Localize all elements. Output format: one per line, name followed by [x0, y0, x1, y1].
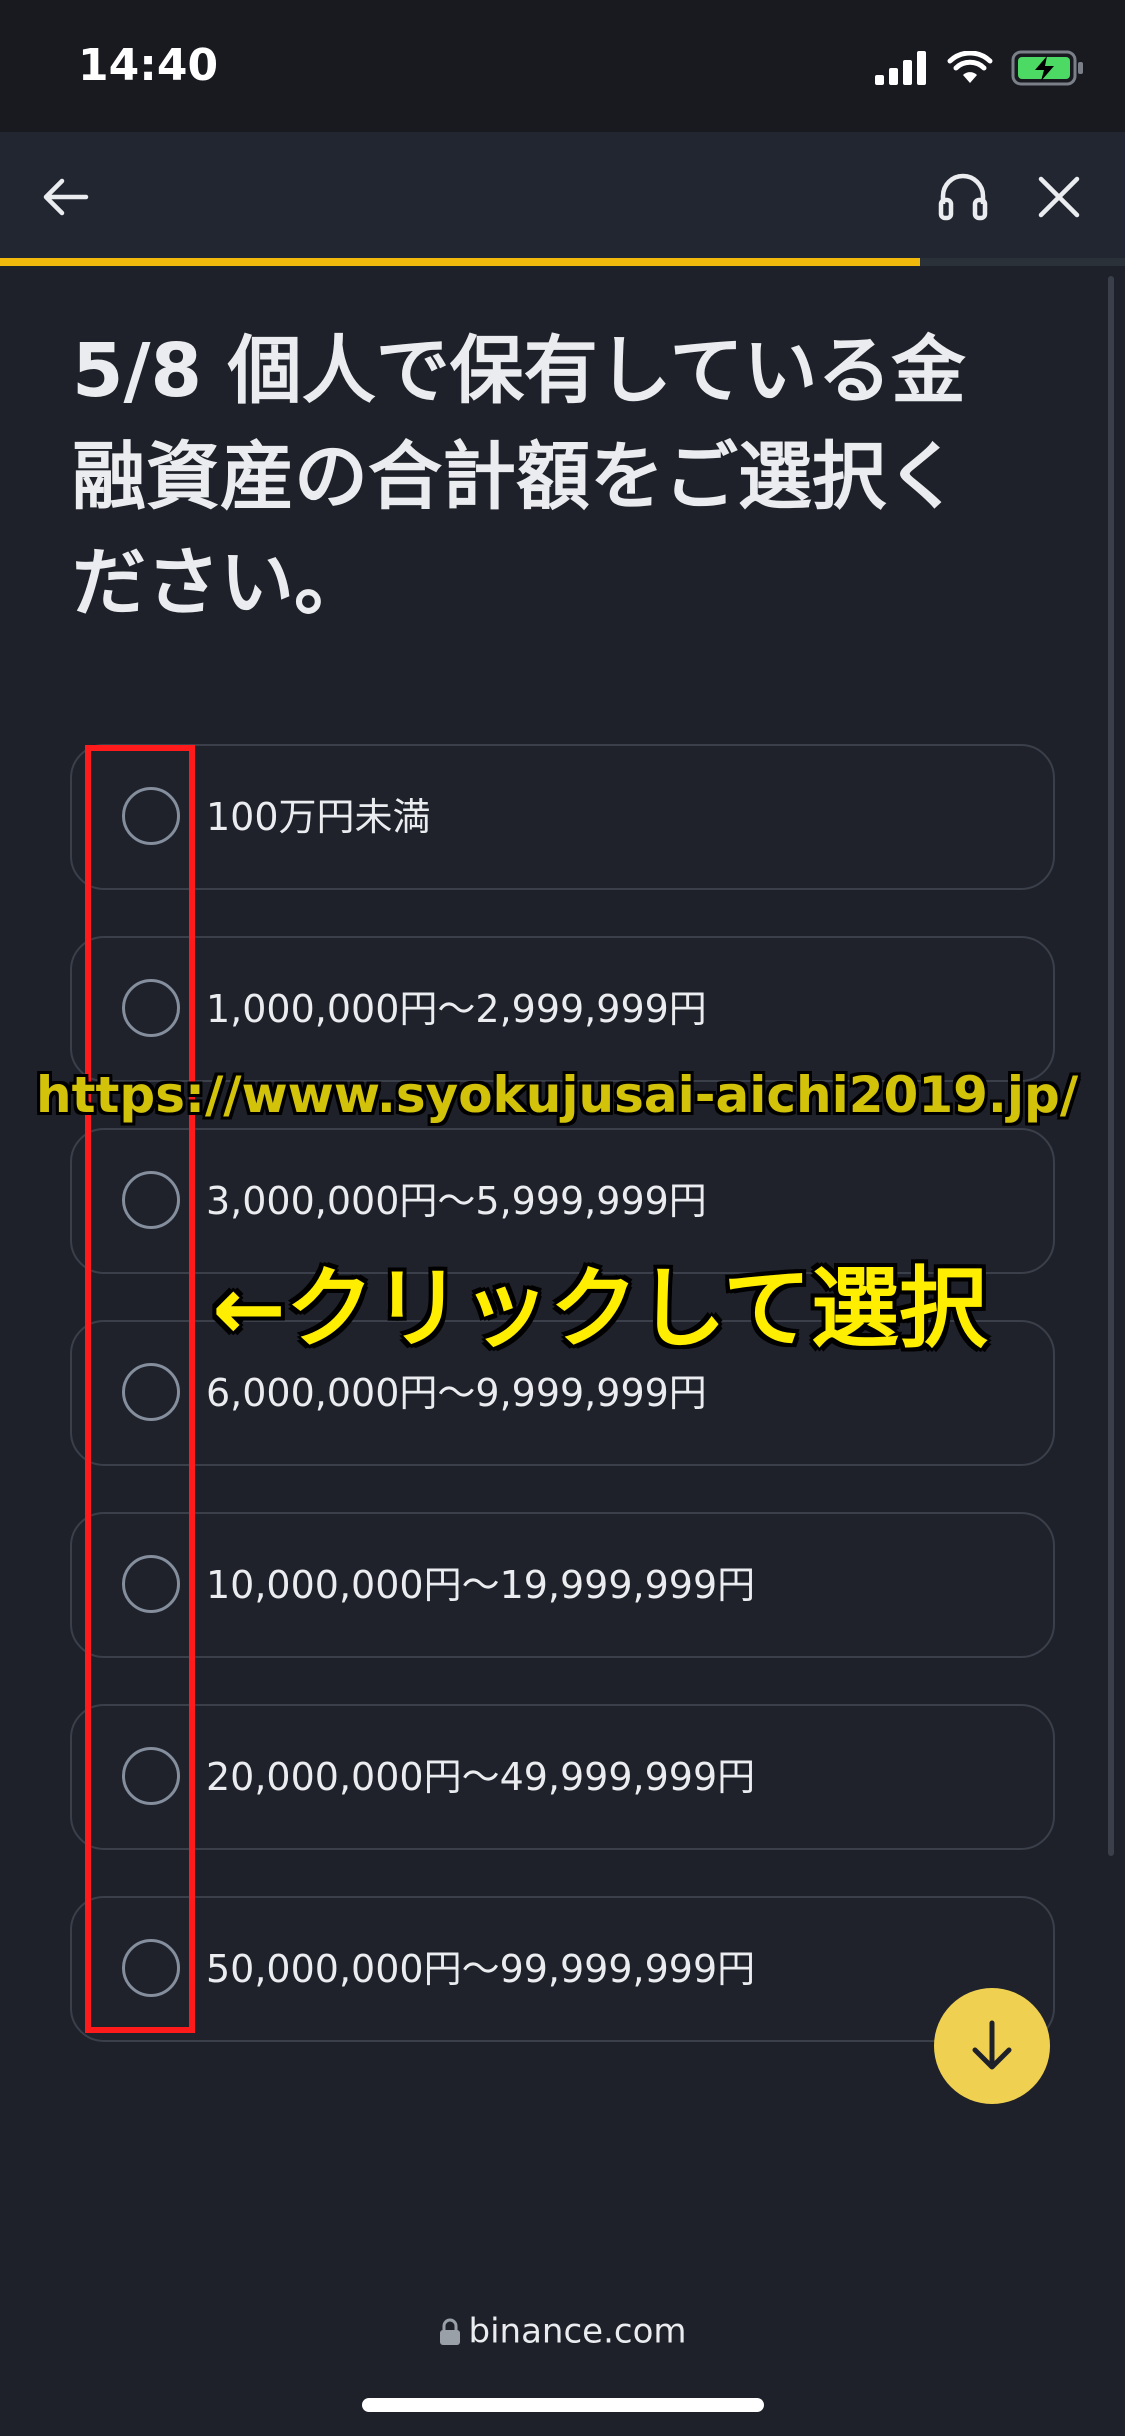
watermark-url: https://www.syokujusai-aichi2019.jp/: [36, 1066, 1079, 1124]
progress-bar: [0, 258, 1125, 266]
nav-bar: [0, 132, 1125, 258]
question-title: 5/8 個人で保有している金融資産の合計額をご選択ください。: [72, 328, 966, 626]
option-item[interactable]: 20,000,000円～49,999,999円: [70, 1704, 1055, 1850]
option-item[interactable]: 50,000,000円～99,999,999円: [70, 1896, 1055, 2042]
status-bar: 14:40: [0, 0, 1125, 132]
option-label: 100万円未満: [206, 795, 431, 839]
option-label: 10,000,000円～19,999,999円: [206, 1563, 756, 1607]
option-label: 1,000,000円～2,999,999円: [206, 987, 707, 1031]
url-bar[interactable]: binance.com: [0, 2310, 1125, 2352]
annotation-highlight-box: [85, 745, 195, 2033]
home-indicator[interactable]: [362, 2398, 764, 2412]
option-label: 20,000,000円～49,999,999円: [206, 1755, 756, 1799]
battery-icon: [1011, 50, 1083, 86]
option-label: 50,000,000円～99,999,999円: [206, 1947, 756, 1991]
progress-fill: [0, 258, 921, 266]
url-text: binance.com: [468, 2311, 687, 2352]
wifi-icon: [947, 51, 993, 83]
support-button[interactable]: [935, 168, 991, 224]
signal-icon: [875, 51, 926, 85]
scroll-down-button[interactable]: [934, 1988, 1050, 2104]
close-button[interactable]: [1036, 174, 1082, 220]
arrow-down-icon: [972, 2020, 1012, 2070]
scrollbar[interactable]: [1108, 276, 1114, 1856]
options-list: 100万円未満 1,000,000円～2,999,999円 3,000,000円…: [70, 744, 1055, 2088]
option-item[interactable]: 100万円未満: [70, 744, 1055, 890]
lock-icon: [439, 2318, 460, 2345]
status-time: 14:40: [78, 40, 219, 91]
option-item[interactable]: 1,000,000円～2,999,999円: [70, 936, 1055, 1082]
status-icons: [875, 46, 1085, 90]
back-button[interactable]: [40, 172, 90, 222]
option-item[interactable]: 10,000,000円～19,999,999円: [70, 1512, 1055, 1658]
click-hint-annotation: ←クリックして選択: [212, 1257, 988, 1360]
